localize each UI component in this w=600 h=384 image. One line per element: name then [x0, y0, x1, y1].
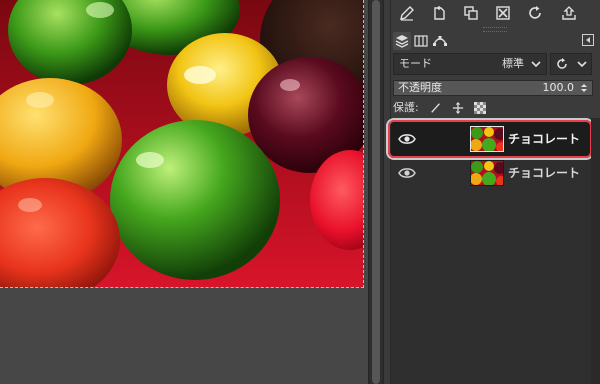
layer-row[interactable]: チョコレート	[391, 155, 591, 191]
layers-dock: モード 標準 不透明度 100.0 保護: チョコレート チョコレート	[388, 0, 600, 384]
layer-name[interactable]: チョコレート	[508, 121, 580, 157]
layers-tab-icon[interactable]	[393, 32, 411, 50]
scrollbar-thumb[interactable]	[372, 0, 380, 384]
canvas-area[interactable]	[0, 0, 368, 384]
chevron-down-icon	[576, 61, 587, 68]
mode-row: モード 標準	[393, 53, 597, 77]
alpha-lock-icon[interactable]	[473, 101, 487, 115]
layer-thumbnail	[470, 160, 504, 186]
canvas-vertical-scrollbar[interactable]	[368, 0, 384, 384]
refresh-icon[interactable]	[525, 3, 545, 23]
layer-thumbnail	[470, 126, 504, 152]
move-lock-icon[interactable]	[451, 101, 465, 115]
layer-name[interactable]: チョコレート	[508, 155, 580, 191]
eye-icon[interactable]	[398, 166, 416, 180]
new-layer-icon[interactable]	[429, 3, 449, 23]
mode-reset-button[interactable]	[550, 53, 592, 75]
eye-icon[interactable]	[398, 132, 416, 146]
layer-row[interactable]: チョコレート	[388, 120, 592, 158]
opacity-value[interactable]: 100.0	[543, 81, 575, 95]
opacity-label: 不透明度	[398, 81, 442, 94]
lock-label: 保護:	[393, 101, 419, 114]
opacity-slider[interactable]: 不透明度 100.0	[393, 80, 593, 96]
layer-list[interactable]: チョコレート チョコレート	[388, 118, 600, 384]
dock-tabs	[391, 31, 600, 51]
mode-value: 標準	[502, 57, 524, 70]
edit-icon[interactable]	[397, 3, 417, 23]
duplicate-icon[interactable]	[461, 3, 481, 23]
mode-dropdown[interactable]: モード 標準	[393, 53, 547, 75]
tab-menu-icon[interactable]	[581, 33, 595, 47]
candy-photo	[0, 0, 364, 288]
brush-lock-icon[interactable]	[429, 101, 443, 115]
chevron-down-icon	[531, 61, 541, 68]
export-icon[interactable]	[559, 3, 579, 23]
channels-tab-icon[interactable]	[412, 32, 430, 50]
reset-icon	[556, 58, 567, 69]
delete-icon[interactable]	[493, 3, 513, 23]
mode-label: モード	[399, 57, 432, 70]
canvas-image[interactable]	[0, 0, 364, 288]
dock-toolbar	[391, 0, 600, 26]
lock-row: 保護:	[393, 100, 593, 116]
paths-tab-icon[interactable]	[431, 32, 449, 50]
spin-arrows-icon[interactable]	[579, 81, 589, 95]
layer-list-scrollbar[interactable]	[591, 118, 600, 384]
